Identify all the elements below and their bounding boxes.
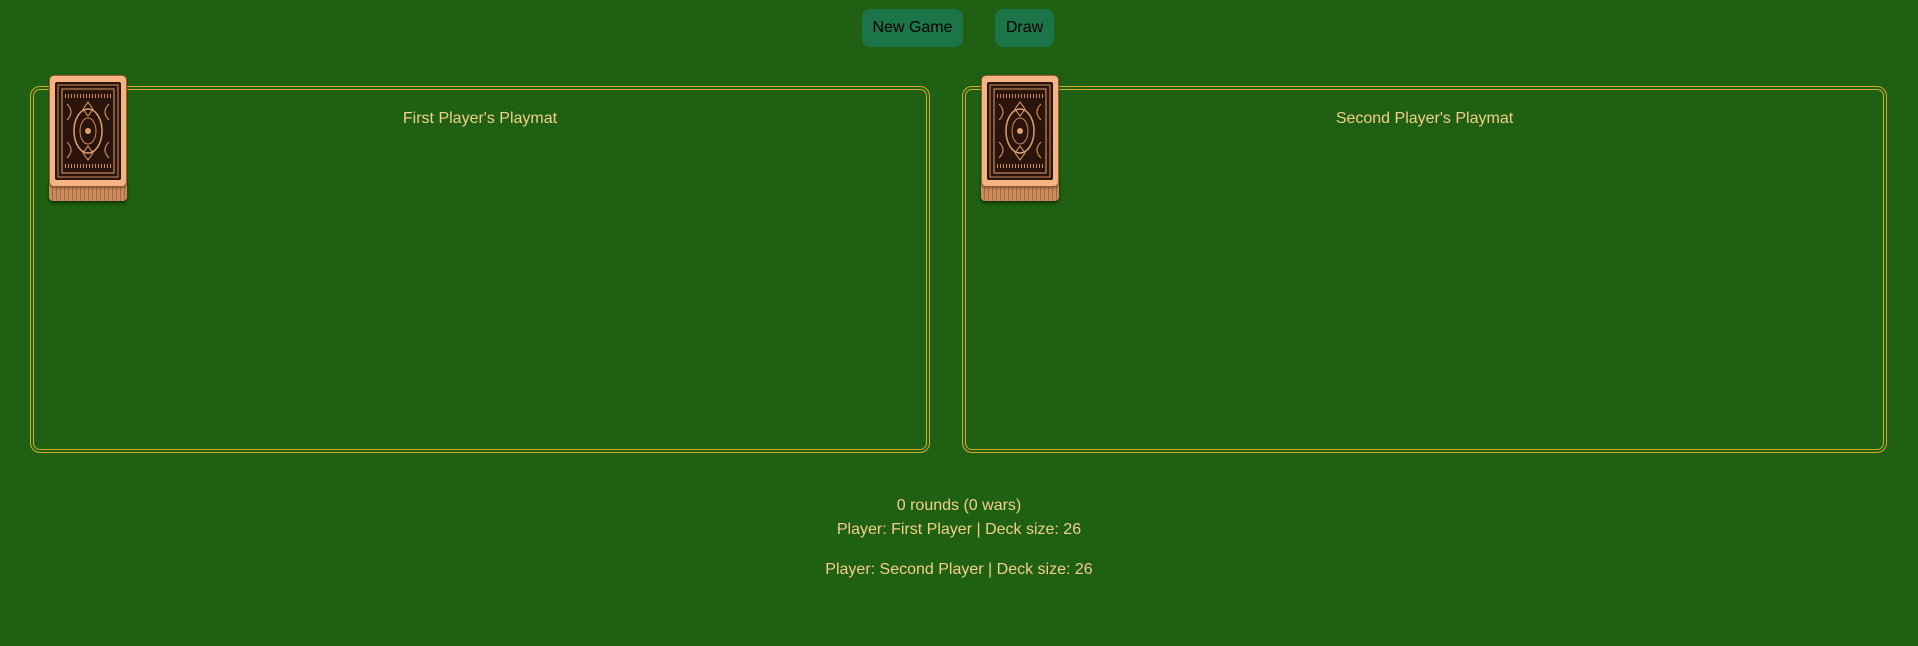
playmat-title: Second Player's Playmat [1335, 110, 1514, 127]
second-player-deck[interactable] [981, 75, 1059, 201]
first-player-playmat: First Player's Playmat [30, 86, 930, 453]
toolbar: New Game Draw [0, 9, 1918, 47]
rounds-counter: 0 rounds (0 wars) [896, 497, 1022, 514]
playmat-title: First Player's Playmat [402, 110, 558, 127]
first-player-deck[interactable] [49, 75, 127, 201]
draw-button[interactable]: Draw [995, 9, 1054, 47]
card-back-icon [981, 75, 1059, 187]
first-player-status: Player: First Player | Deck size: 26 [836, 521, 1082, 538]
second-player-status: Player: Second Player | Deck size: 26 [825, 561, 1093, 578]
second-player-playmat: Second Player's Playmat [962, 86, 1887, 453]
new-game-button[interactable]: New Game [862, 9, 963, 47]
card-back-icon [49, 75, 127, 187]
